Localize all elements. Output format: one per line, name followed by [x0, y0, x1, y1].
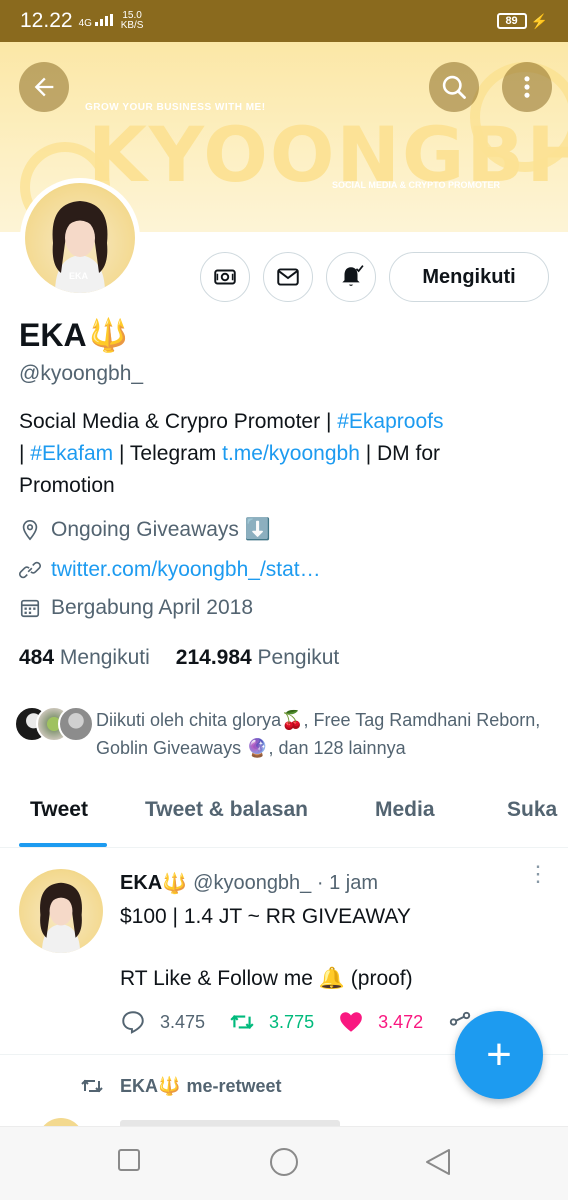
tweet-author-handle: @kyoongbh_ [193, 872, 312, 894]
tab-likes[interactable]: Suka [507, 798, 557, 822]
profile-joined: Bergabung April 2018 [19, 596, 253, 620]
network-speed: 15.0 KB/S [121, 11, 144, 31]
retweet-icon [81, 1079, 103, 1093]
profile-tabs: Tweet Tweet & balasan Media Suka [0, 778, 568, 848]
calendar-icon [20, 599, 40, 618]
profile-avatar[interactable]: EKA [20, 178, 140, 298]
followed-by-avatars[interactable] [14, 706, 94, 742]
battery-indicator: 89 ⚡ [496, 12, 548, 30]
profile-bio: Social Media & Crypro Promoter | #Ekapro… [19, 406, 539, 502]
profile-location: Ongoing Giveaways ⬇️ [19, 518, 271, 542]
link-icon [19, 561, 41, 579]
reply-button[interactable]: 3.475 [120, 1009, 205, 1035]
reply-count: 3.475 [160, 1011, 206, 1032]
tab-tweets[interactable]: Tweet [30, 798, 88, 822]
square-icon [118, 1149, 140, 1171]
heart-icon [340, 1012, 362, 1032]
circle-icon [270, 1148, 298, 1176]
following-count: 484 [19, 646, 55, 669]
telegram-link[interactable]: t.me/kyoongbh [222, 442, 360, 465]
location-text: Ongoing Giveaways ⬇️ [51, 518, 271, 541]
back-button[interactable] [19, 62, 69, 112]
joined-text: Bergabung April 2018 [51, 596, 253, 619]
active-tab-indicator [19, 843, 107, 847]
back-nav-button[interactable] [425, 1148, 451, 1181]
tweet-header: EKA 🔱 @kyoongbh_ · 1 jam [120, 871, 378, 896]
hashtag-link[interactable]: #Ekafam [30, 442, 113, 465]
triangle-back-icon [426, 1149, 450, 1175]
bell-check-icon [342, 265, 364, 286]
search-icon [442, 75, 466, 99]
money-icon [214, 269, 236, 285]
system-navigation-bar [0, 1126, 568, 1200]
next-tweet-peek [0, 1112, 568, 1126]
retweet-label-text: me-retweet [186, 1075, 282, 1096]
profile-name: EKA 🔱 [19, 316, 128, 354]
banner-subtitle: SOCIAL MEDIA & CRYPTO PROMOTER [332, 180, 501, 190]
following-stat[interactable]: 484 Mengikuti [19, 646, 150, 670]
profile-name-text: EKA [19, 316, 87, 353]
network-speed-unit: KB/S [120, 20, 144, 31]
followed-by-text[interactable]: Diikuti oleh chita glorya🍒, Free Tag Ram… [96, 706, 546, 762]
tab-tweets-replies[interactable]: Tweet & balasan [145, 798, 308, 822]
avatar-portrait [40, 882, 82, 953]
trident-emoji: 🔱 [158, 1075, 181, 1096]
retweet-count: 3.775 [269, 1011, 315, 1032]
tweet-author-name[interactable]: EKA [120, 872, 162, 895]
bio-text: | [19, 442, 31, 465]
avatar-image: EKA [25, 183, 135, 293]
like-button[interactable]: 3.472 [338, 1009, 423, 1035]
recent-apps-button[interactable] [118, 1149, 140, 1176]
following-button[interactable]: Mengikuti [389, 252, 549, 302]
profile-stats: 484 Mengikuti 214.984 Pengikut [19, 646, 339, 670]
home-button[interactable] [269, 1147, 299, 1182]
status-time: 12.22 [20, 9, 73, 32]
more-options-button[interactable] [502, 62, 552, 112]
retweeter-name: EKA [120, 1075, 159, 1096]
status-bar: 12.22 4G 15.0 KB/S 89 ⚡ [0, 0, 568, 42]
followers-label: Pengikut [257, 646, 340, 669]
avatar-label: EKA [69, 271, 89, 281]
reply-icon [122, 1011, 144, 1034]
bio-text: Social Media & Crypro Promoter | [19, 410, 338, 433]
followers-stat[interactable]: 214.984 Pengikut [176, 646, 340, 670]
mail-icon [277, 268, 299, 286]
tweet-more-button[interactable]: ⋮ [527, 863, 549, 885]
tweet-time: · 1 jam [316, 872, 378, 894]
like-count: 3.472 [378, 1011, 424, 1032]
location-pin-icon [22, 520, 38, 541]
profile-handle: @kyoongbh_ [19, 362, 144, 385]
next-tweet-avatar [38, 1118, 84, 1126]
retweeted-by-label: EKA 🔱 me-retweet [80, 1074, 281, 1098]
message-button[interactable] [263, 252, 313, 302]
battery-level: 89 [496, 13, 527, 29]
tab-media[interactable]: Media [375, 798, 435, 822]
tweet-avatar[interactable] [19, 869, 103, 953]
following-label: Mengikuti [59, 646, 150, 669]
network-indicator: 4G [78, 13, 113, 29]
tweet-text: $100 | 1.4 JT ~ RR GIVEAWAY RT Like & Fo… [120, 905, 413, 990]
search-button[interactable] [429, 62, 479, 112]
tip-button[interactable] [200, 252, 250, 302]
arrow-left-icon [34, 77, 54, 97]
compose-tweet-button[interactable]: + [455, 1011, 543, 1099]
network-type: 4G [78, 17, 92, 29]
followers-count: 214.984 [175, 646, 252, 669]
retweet-button[interactable]: 3.775 [229, 1009, 314, 1035]
retweet-icon [230, 1015, 254, 1029]
notifications-button[interactable] [326, 252, 376, 302]
trident-emoji: 🔱 [88, 317, 129, 353]
follower-avatar [58, 706, 94, 742]
trident-emoji: 🔱 [162, 873, 188, 895]
tweet-actions: 3.475 3.775 3.472 [120, 1009, 511, 1035]
signal-icon [94, 13, 113, 26]
hashtag-link[interactable]: #Ekaproofs [337, 410, 443, 433]
bio-text: | Telegram [113, 442, 223, 465]
website-link[interactable]: twitter.com/kyoongbh_/stat… [51, 558, 321, 582]
more-vertical-icon [524, 76, 530, 98]
profile-website: twitter.com/kyoongbh_/stat… [19, 558, 321, 582]
charging-icon: ⚡ [530, 12, 548, 29]
